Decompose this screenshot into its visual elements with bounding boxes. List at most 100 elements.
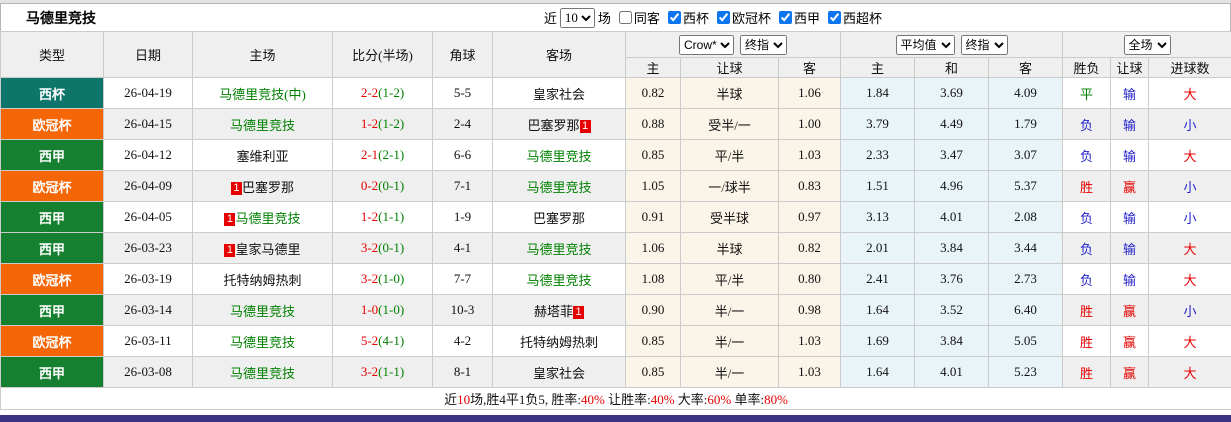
- col-header-corners: 角球: [433, 32, 493, 78]
- league-badge: 西甲: [1, 233, 104, 264]
- table-row: 西甲26-03-231皇家马德里3-2(0-1)4-1马德里竞技1.06半球0.…: [1, 233, 1231, 264]
- match-date: 26-04-19: [104, 78, 193, 109]
- average-odds-cell: 3.84: [915, 326, 989, 357]
- bookmaker-odds-cell: 0.83: [779, 171, 841, 202]
- card-badge: 1: [224, 244, 235, 257]
- header-selects-row: 类型 日期 主场 比分(半场) 角球 客场 Crow*终指 平均值终指 全场: [1, 32, 1231, 58]
- match-date: 26-04-05: [104, 202, 193, 233]
- corners-cell: 5-5: [433, 78, 493, 109]
- team-name: 马德里竞技(中): [219, 87, 306, 102]
- bookmaker-odds-cell: 1.03: [779, 326, 841, 357]
- bookmaker-odds-cell: 0.91: [626, 202, 681, 233]
- score-cell: 1-2(1-2): [333, 109, 433, 140]
- card-badge: 1: [231, 182, 242, 195]
- league-badge: 西甲: [1, 295, 104, 326]
- home-team-cell: 马德里竞技: [193, 295, 333, 326]
- summary-segment: 40%: [581, 392, 605, 407]
- team-name: 马德里竞技: [235, 211, 300, 226]
- score-cell: 3-2(1-0): [333, 264, 433, 295]
- col-header-away: 客场: [493, 32, 626, 78]
- average-odds-cell: 2.41: [841, 264, 915, 295]
- league-checkbox-xijia[interactable]: [779, 11, 792, 24]
- away-team-cell: 皇家社会: [493, 357, 626, 388]
- league-label-xibei[interactable]: 西杯: [683, 8, 709, 27]
- league-badge: 欧冠杯: [1, 109, 104, 140]
- team-name: 马德里竞技: [526, 242, 591, 257]
- league-badge: 欧冠杯: [1, 326, 104, 357]
- same-away-label[interactable]: 同客: [634, 8, 660, 27]
- result-cell: 小: [1149, 295, 1231, 326]
- average-stage-select[interactable]: 终指: [961, 35, 1008, 55]
- average-odds-cell: 4.09: [989, 78, 1063, 109]
- bookmaker-select[interactable]: Crow*: [679, 35, 734, 55]
- average-odds-cell: 3.79: [841, 109, 915, 140]
- bookmaker-odds-cell: 1.06: [626, 233, 681, 264]
- scope-select[interactable]: 全场: [1124, 35, 1171, 55]
- league-checkbox-xichaobei[interactable]: [828, 11, 841, 24]
- bookmaker-odds-cell: 0.85: [626, 326, 681, 357]
- summary-segment: 单率:: [731, 392, 764, 407]
- score-cell: 2-2(1-2): [333, 78, 433, 109]
- result-cell: 大: [1149, 326, 1231, 357]
- result-cell: 输: [1111, 264, 1149, 295]
- col-header-home: 主场: [193, 32, 333, 78]
- bookmaker-odds-cell: 平/半: [681, 264, 779, 295]
- result-cell: 胜: [1063, 295, 1111, 326]
- away-team-cell: 赫塔菲1: [493, 295, 626, 326]
- table-row: 欧冠杯26-04-15马德里竞技1-2(1-2)2-4巴塞罗那10.88受半/一…: [1, 109, 1231, 140]
- league-checkbox-ouguanbei[interactable]: [717, 11, 730, 24]
- bookmaker-odds-cell: 平/半: [681, 140, 779, 171]
- average-odds-cell: 5.37: [989, 171, 1063, 202]
- home-team-cell: 马德里竞技: [193, 326, 333, 357]
- average-odds-cell: 3.13: [841, 202, 915, 233]
- corners-cell: 10-3: [433, 295, 493, 326]
- summary-segment: 80%: [764, 392, 788, 407]
- average-odds-cell: 3.47: [915, 140, 989, 171]
- bottom-bar: [0, 415, 1231, 422]
- bookmaker-stage-select[interactable]: 终指: [740, 35, 787, 55]
- league-badge: 欧冠杯: [1, 264, 104, 295]
- average-odds-cell: 4.01: [915, 202, 989, 233]
- league-checkbox-xibei[interactable]: [668, 11, 681, 24]
- league-label-ouguanbei[interactable]: 欧冠杯: [732, 8, 771, 27]
- result-cell: 输: [1111, 202, 1149, 233]
- league-badge: 西甲: [1, 357, 104, 388]
- away-team-cell: 马德里竞技: [493, 171, 626, 202]
- bookmaker-odds-cell: 0.90: [626, 295, 681, 326]
- average-odds-cell: 4.96: [915, 171, 989, 202]
- average-select[interactable]: 平均值: [896, 35, 955, 55]
- result-cell: 小: [1149, 109, 1231, 140]
- result-cell: 胜: [1063, 357, 1111, 388]
- bookmaker-odds-cell: 0.85: [626, 140, 681, 171]
- league-label-xijia[interactable]: 西甲: [794, 8, 820, 27]
- table-row: 西甲26-03-08马德里竞技3-2(1-1)8-1皇家社会0.85半/一1.0…: [1, 357, 1231, 388]
- bookmaker-odds-cell: 半/一: [681, 326, 779, 357]
- same-away-checkbox[interactable]: [619, 11, 632, 24]
- away-team-cell: 马德里竞技: [493, 233, 626, 264]
- league-label-xichaobei[interactable]: 西超杯: [843, 8, 882, 27]
- summary-segment: 让胜率:: [605, 392, 651, 407]
- match-date: 26-03-08: [104, 357, 193, 388]
- result-cell: 负: [1063, 264, 1111, 295]
- result-cell: 小: [1149, 202, 1231, 233]
- corners-cell: 4-1: [433, 233, 493, 264]
- result-cell: 赢: [1111, 357, 1149, 388]
- recent-count-select[interactable]: 10: [560, 8, 595, 28]
- result-col-winloss: 胜负: [1063, 58, 1111, 78]
- corners-cell: 6-6: [433, 140, 493, 171]
- corners-cell: 4-2: [433, 326, 493, 357]
- team-name: 赫塔菲: [534, 304, 573, 319]
- result-cell: 大: [1149, 140, 1231, 171]
- corners-cell: 8-1: [433, 357, 493, 388]
- result-cell: 输: [1111, 109, 1149, 140]
- filter-controls: 近 10 场 同客 西杯 欧冠杯 西甲 西超杯: [544, 8, 882, 28]
- home-team-cell: 马德里竞技(中): [193, 78, 333, 109]
- result-cell: 赢: [1111, 171, 1149, 202]
- result-cell: 负: [1063, 109, 1111, 140]
- match-date: 26-04-12: [104, 140, 193, 171]
- table-row: 欧冠杯26-03-19托特纳姆热刺3-2(1-0)7-7马德里竞技1.08平/半…: [1, 264, 1231, 295]
- score-cell: 5-2(4-1): [333, 326, 433, 357]
- away-team-cell: 马德里竞技: [493, 140, 626, 171]
- team-name: 托特纳姆热刺: [223, 273, 301, 288]
- average-odds-cell: 2.08: [989, 202, 1063, 233]
